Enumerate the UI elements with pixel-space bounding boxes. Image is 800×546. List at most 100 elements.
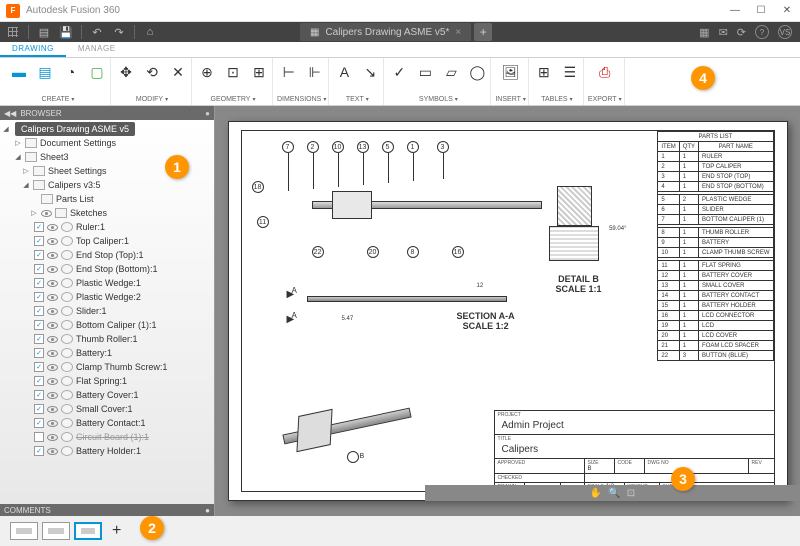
close-tab-icon[interactable]: × (455, 27, 461, 38)
parts-list-row[interactable]: 191LCD (658, 321, 773, 331)
drawing-canvas[interactable]: PARTS LIST ITEMQTYPART NAME 11RULER21TOP… (215, 106, 800, 516)
visibility-icon[interactable] (41, 210, 52, 217)
visibility-icon[interactable] (47, 224, 58, 231)
checkbox-icon[interactable]: ✓ (34, 348, 44, 358)
balloon[interactable]: 3 (437, 141, 449, 153)
home-icon[interactable]: ⌂ (143, 25, 157, 39)
edge-icon[interactable]: ⊞ (248, 61, 270, 83)
zoom-icon[interactable]: 🔍 (608, 488, 620, 499)
undo-icon[interactable]: ↶ (90, 25, 104, 39)
feature-frame-icon[interactable]: ▭ (414, 61, 436, 83)
detail-view-icon[interactable]: ▢ (86, 61, 108, 83)
file-icon[interactable]: ▤ (37, 25, 51, 39)
ordinate-icon[interactable]: ⊩ (304, 61, 326, 83)
parts-list-row[interactable]: 31END STOP (TOP) (658, 172, 773, 182)
checkbox-icon[interactable]: ✓ (34, 222, 44, 232)
rotate-icon[interactable]: ⟲ (141, 61, 163, 83)
text-icon[interactable]: A (333, 61, 355, 83)
export-pdf-icon[interactable]: ⎙ (594, 61, 616, 83)
tree-part-item[interactable]: ✓Battery Contact:1 (0, 416, 214, 430)
comments-header[interactable]: COMMENTS● (0, 504, 214, 516)
checkbox-icon[interactable]: ✓ (34, 250, 44, 260)
visibility-icon[interactable] (47, 238, 58, 245)
parts-list-row[interactable]: 111FLAT SPRING (658, 261, 773, 271)
detail-view[interactable]: DETAIL BSCALE 1:1 (549, 226, 609, 276)
checkbox-icon[interactable]: ✓ (34, 292, 44, 302)
balloon[interactable]: 16 (452, 246, 464, 258)
tree-part-item[interactable]: ✓Small Cover:1 (0, 402, 214, 416)
parts-list-row[interactable]: 141BATTERY CONTACT (658, 291, 773, 301)
text-group-label[interactable]: TEXT (346, 96, 369, 105)
checkbox-icon[interactable]: ✓ (34, 278, 44, 288)
parts-list-row[interactable]: 131SMALL COVER (658, 281, 773, 291)
visibility-icon[interactable] (47, 266, 58, 273)
tree-doc-settings[interactable]: ▷Document Settings (0, 136, 214, 150)
tab-manage[interactable]: MANAGE (66, 42, 128, 57)
zoom-window-icon[interactable]: ⊡ (627, 488, 635, 499)
projected-view-icon[interactable]: ▤ (34, 61, 56, 83)
parts-list-row[interactable]: 21TOP CALIPER (658, 162, 773, 172)
tree-part-item[interactable]: ✓Bottom Caliper (1):1 (0, 318, 214, 332)
leader-icon[interactable]: ↘ (359, 61, 381, 83)
checkbox-icon[interactable]: ✓ (34, 334, 44, 344)
tree-parts-list[interactable]: Parts List (0, 192, 214, 206)
tree-root-row[interactable]: ◢Calipers Drawing ASME v5 (0, 122, 214, 136)
help-icon[interactable]: ? (755, 25, 769, 39)
visibility-icon[interactable] (47, 280, 58, 287)
browser-header[interactable]: ◀◀ BROWSER ● (0, 106, 214, 120)
balloon[interactable]: 8 (407, 246, 419, 258)
balloon[interactable]: 22 (312, 246, 324, 258)
add-sheet-button[interactable]: + (106, 522, 127, 540)
geometry-group-label[interactable]: GEOMETRY (211, 96, 256, 105)
checkbox-icon[interactable]: ✓ (34, 306, 44, 316)
job-status-icon[interactable]: ⟳ (737, 26, 746, 39)
dimension-icon[interactable]: ⊢ (278, 61, 300, 83)
visibility-icon[interactable] (47, 350, 58, 357)
tree-part-item[interactable]: ✓Battery:1 (0, 346, 214, 360)
parts-list-row[interactable]: 201LCD COVER (658, 331, 773, 341)
visibility-icon[interactable] (47, 420, 58, 427)
tree-part-item[interactable]: ✓Battery Cover:1 (0, 388, 214, 402)
parts-list-row[interactable]: 223BUTTON (BLUE) (658, 351, 773, 361)
balloon[interactable]: 7 (282, 141, 294, 153)
tree-sketches[interactable]: ▷Sketches (0, 206, 214, 220)
parts-list-row[interactable]: 81THUMB ROLLER (658, 228, 773, 238)
balloon[interactable]: 1 (407, 141, 419, 153)
visibility-icon[interactable] (47, 434, 58, 441)
checkbox-icon[interactable]: ✓ (34, 390, 44, 400)
visibility-icon[interactable] (47, 336, 58, 343)
delete-icon[interactable]: ✕ (167, 61, 189, 83)
parts-list-row[interactable]: 52PLASTIC WEDGE (658, 195, 773, 205)
balloon[interactable]: 11 (257, 216, 269, 228)
checkbox-icon[interactable]: ✓ (34, 236, 44, 246)
sheet-thumb-3[interactable] (74, 522, 102, 540)
checkbox-icon[interactable]: ✓ (34, 446, 44, 456)
tree-part-item[interactable]: ✓Clamp Thumb Screw:1 (0, 360, 214, 374)
pan-icon[interactable]: ✋ (590, 488, 602, 499)
visibility-icon[interactable] (47, 392, 58, 399)
browser-options-icon[interactable]: ● (205, 109, 210, 118)
create-group-label[interactable]: CREATE (42, 96, 75, 105)
tree-part-item[interactable]: ✓End Stop (Bottom):1 (0, 262, 214, 276)
visibility-icon[interactable] (47, 322, 58, 329)
visibility-icon[interactable] (47, 448, 58, 455)
tree-part-item[interactable]: ✓Ruler:1 (0, 220, 214, 234)
symbols-group-label[interactable]: SYMBOLS (419, 96, 458, 105)
parts-list-row[interactable]: 121BATTERY COVER (658, 271, 773, 281)
checkbox-icon[interactable] (34, 432, 44, 442)
title-block[interactable]: PROJECTAdmin Project TITLECalipers APPRO… (494, 410, 774, 491)
dimensions-group-label[interactable]: DIMENSIONS (277, 96, 326, 105)
save-icon[interactable]: 💾 (59, 25, 73, 39)
checkbox-icon[interactable]: ✓ (34, 362, 44, 372)
move-icon[interactable]: ✥ (115, 61, 137, 83)
parts-list-row[interactable]: 161LCD CONNECTOR (658, 311, 773, 321)
centerline-icon[interactable]: ⊕ (196, 61, 218, 83)
table-icon[interactable]: ⊞ (533, 61, 555, 83)
tab-drawing[interactable]: DRAWING (0, 42, 66, 57)
parts-list-row[interactable]: 151BATTERY HOLDER (658, 301, 773, 311)
balloon[interactable]: 13 (357, 141, 369, 153)
balloon-icon[interactable]: ◯ (466, 61, 488, 83)
tree-part-item[interactable]: ✓Slider:1 (0, 304, 214, 318)
insert-image-icon[interactable]: 🖼 (500, 61, 522, 83)
visibility-icon[interactable] (47, 406, 58, 413)
